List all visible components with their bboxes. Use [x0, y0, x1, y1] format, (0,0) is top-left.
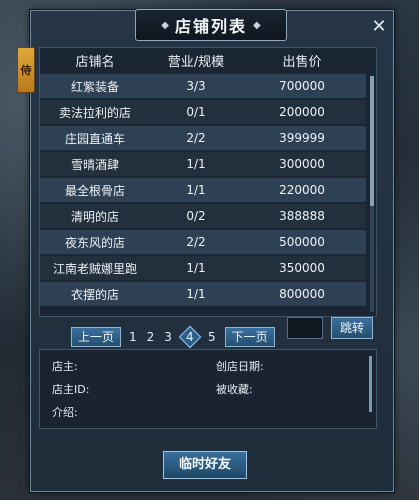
- owner-id-label: 店主ID:: [52, 383, 90, 396]
- scale-cell: 1/1: [186, 157, 206, 171]
- price-cell: 800000: [279, 287, 325, 301]
- page-2[interactable]: 2: [147, 330, 155, 344]
- favorited-label: 被收藏:: [216, 383, 253, 396]
- shop-name-cell: 红紫装备: [70, 79, 119, 94]
- shop-name-cell: 庄园直通车: [64, 131, 125, 146]
- shop-table: 店铺名 营业/规模 出售价 红紫装备 3/3 700000 卖法拉利的店 0/1 200…: [39, 47, 377, 317]
- owner-label: 店主:: [52, 360, 78, 373]
- scale-cell: 0/2: [186, 209, 206, 223]
- scale-cell: 2/2: [186, 131, 206, 145]
- scale-cell: 0/1: [186, 105, 206, 119]
- page-3[interactable]: 3: [164, 330, 172, 344]
- table-header: 店铺名 营业/规模 出售价: [40, 48, 376, 72]
- pagination: 上一页 1 2 3 4 5 下一页: [71, 325, 275, 349]
- jump-button[interactable]: 跳转: [331, 317, 373, 339]
- table-row[interactable]: 红紫装备 3/3 700000: [40, 74, 366, 98]
- price-cell: 388888: [279, 209, 325, 223]
- ornament-left-icon: ◆: [161, 19, 169, 31]
- page-4-label: 4: [186, 329, 194, 344]
- page-1[interactable]: 1: [129, 330, 137, 344]
- scale-cell: 1/1: [186, 261, 206, 275]
- table-row[interactable]: 最全根骨店 1/1 220000: [40, 178, 366, 202]
- side-tab-label: 侍: [20, 64, 32, 77]
- price-cell: 500000: [279, 235, 325, 249]
- header-price: 出售价: [282, 54, 322, 70]
- ornament-right-icon: ◆: [253, 19, 261, 31]
- info-scrollbar[interactable]: [369, 356, 372, 412]
- price-cell: 399999: [279, 131, 325, 145]
- close-icon: ✕: [371, 16, 387, 37]
- scale-cell: 3/3: [186, 79, 206, 93]
- next-page-button[interactable]: 下一页: [224, 327, 275, 347]
- prev-page-button[interactable]: 上一页: [71, 327, 122, 347]
- scale-cell: 2/2: [186, 235, 206, 249]
- temp-friend-button[interactable]: 临时好友: [163, 451, 247, 479]
- price-cell: 300000: [279, 157, 325, 171]
- page-4-current[interactable]: 4: [178, 325, 202, 349]
- shop-name-cell: 清明的店: [70, 209, 119, 224]
- scrollbar-thumb[interactable]: [370, 76, 374, 206]
- header-scale: 营业/规模: [167, 54, 225, 70]
- close-button[interactable]: ✕: [369, 17, 389, 37]
- window-title: 店铺列表: [174, 17, 247, 36]
- page-5[interactable]: 5: [208, 330, 216, 344]
- scale-cell: 1/1: [186, 287, 206, 301]
- table-scrollbar[interactable]: [370, 76, 374, 312]
- jump-page-input[interactable]: [287, 317, 323, 339]
- shop-name-cell: 衣摆的店: [70, 287, 119, 302]
- price-cell: 700000: [279, 79, 325, 93]
- table-row[interactable]: 卖法拉利的店 0/1 200000: [40, 100, 366, 124]
- shop-name-cell: 夜东风的店: [64, 235, 125, 250]
- price-cell: 350000: [279, 261, 325, 275]
- intro-label: 介绍:: [52, 406, 78, 419]
- shop-name-cell: 卖法拉利的店: [58, 105, 131, 120]
- table-row[interactable]: 夜东风的店 2/2 500000: [40, 230, 366, 254]
- scale-cell: 1/1: [186, 183, 206, 197]
- price-cell: 220000: [279, 183, 325, 197]
- shop-name-cell: 雪晴酒肆: [70, 157, 119, 172]
- table-row[interactable]: 庄园直通车 2/2 399999: [40, 126, 366, 150]
- window-title-plate: ◆ 店铺列表 ◆: [135, 9, 287, 41]
- table-row[interactable]: 江南老贼娜里跑 1/1 350000: [40, 256, 366, 280]
- shop-name-cell: 江南老贼娜里跑: [52, 261, 137, 276]
- side-tab[interactable]: 侍: [17, 47, 35, 93]
- price-cell: 200000: [279, 105, 325, 119]
- shop-name-cell: 最全根骨店: [64, 183, 125, 198]
- table-row[interactable]: 清明的店 0/2 388888: [40, 204, 366, 228]
- table-body: 红紫装备 3/3 700000 卖法拉利的店 0/1 200000 庄园直通车 2/2 39…: [40, 72, 366, 308]
- table-row[interactable]: 雪晴酒肆 1/1 300000: [40, 152, 366, 176]
- open-date-label: 创店日期:: [216, 360, 264, 373]
- shop-info-panel: 店主: 创店日期: 店主ID: 被收藏: 介绍:: [39, 349, 377, 429]
- header-shop-name: 店铺名: [75, 54, 115, 70]
- table-row[interactable]: 衣摆的店 1/1 800000: [40, 282, 366, 306]
- shop-list-window: ◆ 店铺列表 ◆ ✕ 侍 店铺名 营业/规模 出售价 红紫装备 3/3 700000…: [17, 9, 394, 492]
